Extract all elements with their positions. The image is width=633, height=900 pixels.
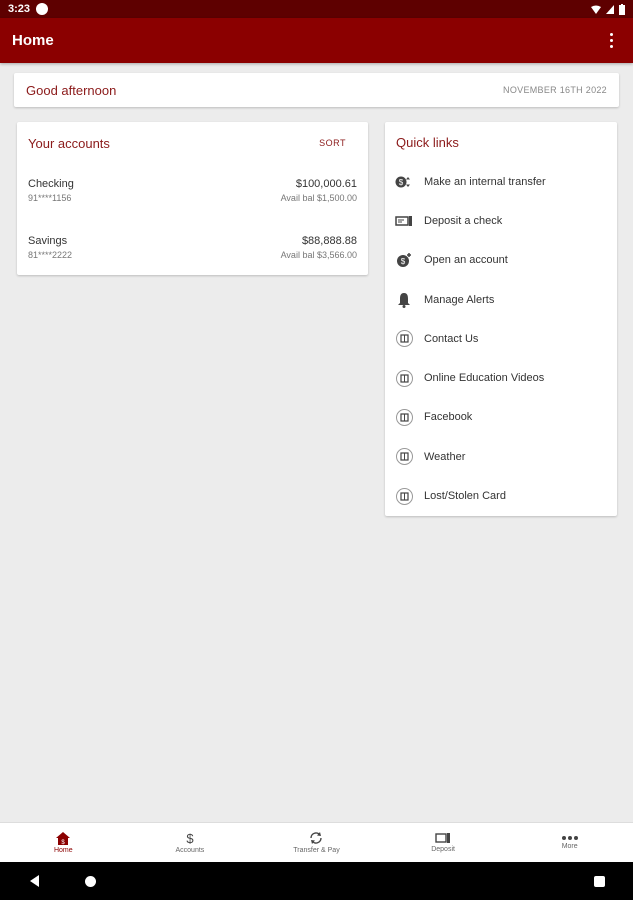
home-icon: $ <box>56 831 71 845</box>
transfer-pay-icon <box>310 832 323 844</box>
quick-link-internal-transfer[interactable]: $ Make an internal transfer <box>385 162 617 201</box>
account-number: 91****1156 <box>28 193 72 203</box>
wifi-icon <box>591 5 601 14</box>
nav-deposit[interactable]: Deposit <box>380 823 507 862</box>
link-icon <box>395 448 413 466</box>
app-bar: Home <box>0 18 633 63</box>
deposit-icon <box>435 833 451 843</box>
quick-link-label: Manage Alerts <box>424 293 495 306</box>
system-navigation-bar <box>0 862 633 900</box>
nav-more[interactable]: More <box>506 823 633 862</box>
quick-link-label: Make an internal transfer <box>424 175 546 188</box>
accounts-title: Your accounts <box>28 135 110 151</box>
quick-link-label: Open an account <box>424 254 508 267</box>
quick-links-card: Quick links $ Make an internal transfer … <box>385 122 617 516</box>
account-balance: $88,888.88 <box>301 235 357 247</box>
link-icon <box>395 369 413 387</box>
quick-link-facebook[interactable]: Facebook <box>385 398 617 437</box>
account-row-checking[interactable]: Checking 91****1156 $100,000.61 Avail ba… <box>17 164 368 221</box>
nav-label: Deposit <box>431 846 455 853</box>
nav-label: Transfer & Pay <box>293 847 340 854</box>
accounts-card: Your accounts SORT Checking 91****1156 $… <box>17 122 368 275</box>
overflow-menu-icon[interactable] <box>601 29 621 53</box>
quick-link-label: Weather <box>424 450 466 463</box>
account-name: Savings <box>28 235 68 247</box>
check-deposit-icon <box>395 212 413 230</box>
notification-icon <box>36 3 49 15</box>
quick-link-label: Deposit a check <box>424 214 503 227</box>
account-balance: $100,000.61 <box>295 178 357 190</box>
battery-icon <box>619 3 625 15</box>
sort-button[interactable]: SORT <box>319 138 346 148</box>
greeting-text: Good afternoon <box>26 82 117 98</box>
open-account-icon: $ <box>395 251 413 269</box>
dollar-icon: $ <box>186 831 194 845</box>
more-icon <box>561 836 578 840</box>
quick-link-weather[interactable]: Weather <box>385 437 617 476</box>
bell-icon <box>395 291 413 309</box>
quick-link-lost-stolen-card[interactable]: Lost/Stolen Card <box>385 476 617 515</box>
quick-links-title: Quick links <box>396 134 459 150</box>
status-bar: 3:23 <box>0 0 633 18</box>
quick-link-label: Online Education Videos <box>424 372 545 385</box>
nav-label: Accounts <box>175 847 205 854</box>
svg-text:$: $ <box>401 257 406 266</box>
available-balance: Avail bal $1,500.00 <box>280 193 357 203</box>
available-balance: Avail bal $3,566.00 <box>280 250 357 260</box>
current-date: NOVEMBER 16TH 2022 <box>503 85 607 95</box>
page-title: Home <box>12 32 54 49</box>
quick-link-manage-alerts[interactable]: Manage Alerts <box>385 280 617 319</box>
greeting-card: Good afternoon NOVEMBER 16TH 2022 <box>14 73 619 107</box>
quick-link-label: Facebook <box>424 411 473 424</box>
quick-link-deposit-check[interactable]: Deposit a check <box>385 201 617 240</box>
quick-link-education-videos[interactable]: Online Education Videos <box>385 358 617 397</box>
link-icon <box>395 408 413 426</box>
quick-link-label: Contact Us <box>424 332 479 345</box>
svg-text:$: $ <box>186 831 194 845</box>
svg-text:$: $ <box>399 178 404 187</box>
home-circle-icon[interactable] <box>85 876 96 887</box>
nav-home[interactable]: $ Home <box>0 823 127 862</box>
bottom-nav: $ Home $ Accounts Transfer & Pay Deposit… <box>0 822 633 862</box>
back-icon[interactable] <box>30 875 39 887</box>
nav-accounts[interactable]: $ Accounts <box>127 823 254 862</box>
account-row-savings[interactable]: Savings 81****2222 $88,888.88 Avail bal … <box>17 221 368 278</box>
signal-icon <box>606 4 614 14</box>
status-time: 3:23 <box>8 3 31 15</box>
nav-label: More <box>561 843 578 850</box>
nav-transfer-pay[interactable]: Transfer & Pay <box>253 823 380 862</box>
quick-link-open-account[interactable]: $ Open an account <box>385 241 617 280</box>
transfer-icon: $ <box>395 173 413 191</box>
recent-apps-icon[interactable] <box>594 876 605 887</box>
quick-link-contact-us[interactable]: Contact Us <box>385 319 617 358</box>
account-number: 81****2222 <box>28 250 73 260</box>
account-name: Checking <box>28 178 74 190</box>
link-icon <box>395 330 413 348</box>
link-icon <box>395 487 413 505</box>
nav-label: Home <box>53 846 73 854</box>
quick-link-label: Lost/Stolen Card <box>424 490 506 503</box>
